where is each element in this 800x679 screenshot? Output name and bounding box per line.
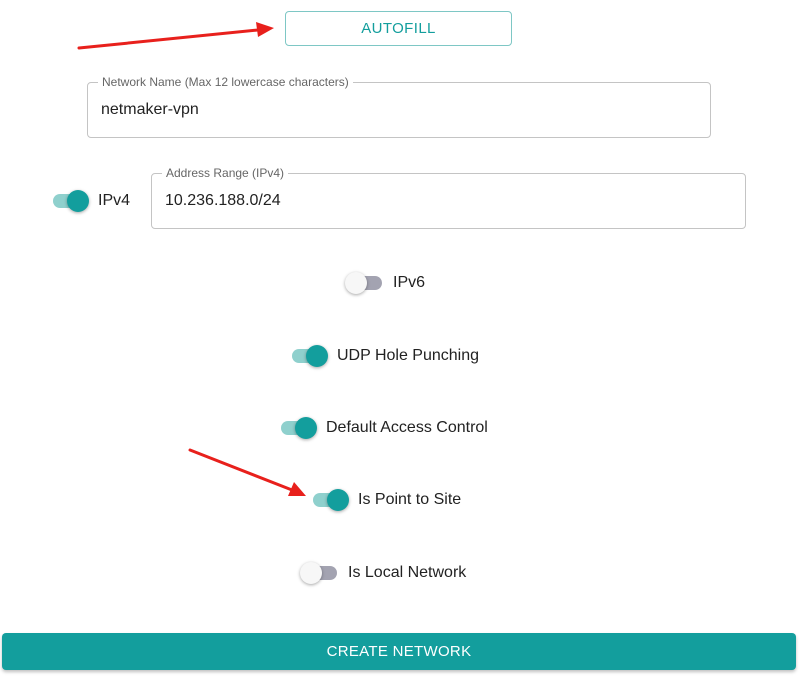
is-local-network-switch[interactable] bbox=[300, 559, 338, 587]
autofill-button[interactable]: AUTOFILL bbox=[285, 11, 512, 46]
network-name-field: Network Name (Max 12 lowercase character… bbox=[87, 75, 711, 138]
default-access-control-switch[interactable] bbox=[278, 414, 317, 442]
default-access-control-label: Default Access Control bbox=[326, 419, 488, 436]
udp-hole-punching-label: UDP Hole Punching bbox=[337, 347, 480, 364]
address-range-input[interactable] bbox=[165, 174, 732, 228]
is-point-to-site-label: Is Point to Site bbox=[358, 491, 462, 508]
switch-thumb bbox=[327, 489, 349, 511]
address-range-ipv4-field: Address Range (IPv4) bbox=[151, 166, 746, 229]
switch-thumb bbox=[295, 417, 317, 439]
ipv6-switch[interactable] bbox=[345, 269, 383, 297]
ipv6-label: IPv6 bbox=[393, 274, 426, 291]
ipv4-label: IPv4 bbox=[98, 192, 131, 209]
switch-thumb bbox=[67, 190, 89, 212]
is-local-network-label: Is Local Network bbox=[348, 564, 467, 581]
create-network-button[interactable]: CREATE NETWORK bbox=[2, 633, 796, 670]
switch-thumb bbox=[306, 345, 328, 367]
default-access-control-toggle-row: Default Access Control bbox=[278, 414, 488, 442]
is-local-network-toggle-row: Is Local Network bbox=[300, 559, 466, 587]
ipv4-switch[interactable] bbox=[50, 187, 89, 215]
arrow-to-point-to-site bbox=[188, 448, 306, 496]
switch-thumb bbox=[345, 272, 367, 294]
ipv4-toggle-row: IPv4 bbox=[50, 187, 130, 215]
is-point-to-site-toggle-row: Is Point to Site bbox=[310, 486, 461, 514]
network-name-input[interactable] bbox=[101, 83, 697, 137]
arrow-to-autofill bbox=[77, 22, 274, 50]
udp-hole-punching-switch[interactable] bbox=[289, 342, 328, 370]
udp-hole-punching-toggle-row: UDP Hole Punching bbox=[289, 342, 479, 370]
ipv6-toggle-row: IPv6 bbox=[345, 269, 425, 297]
is-point-to-site-switch[interactable] bbox=[310, 486, 349, 514]
switch-thumb bbox=[300, 562, 322, 584]
